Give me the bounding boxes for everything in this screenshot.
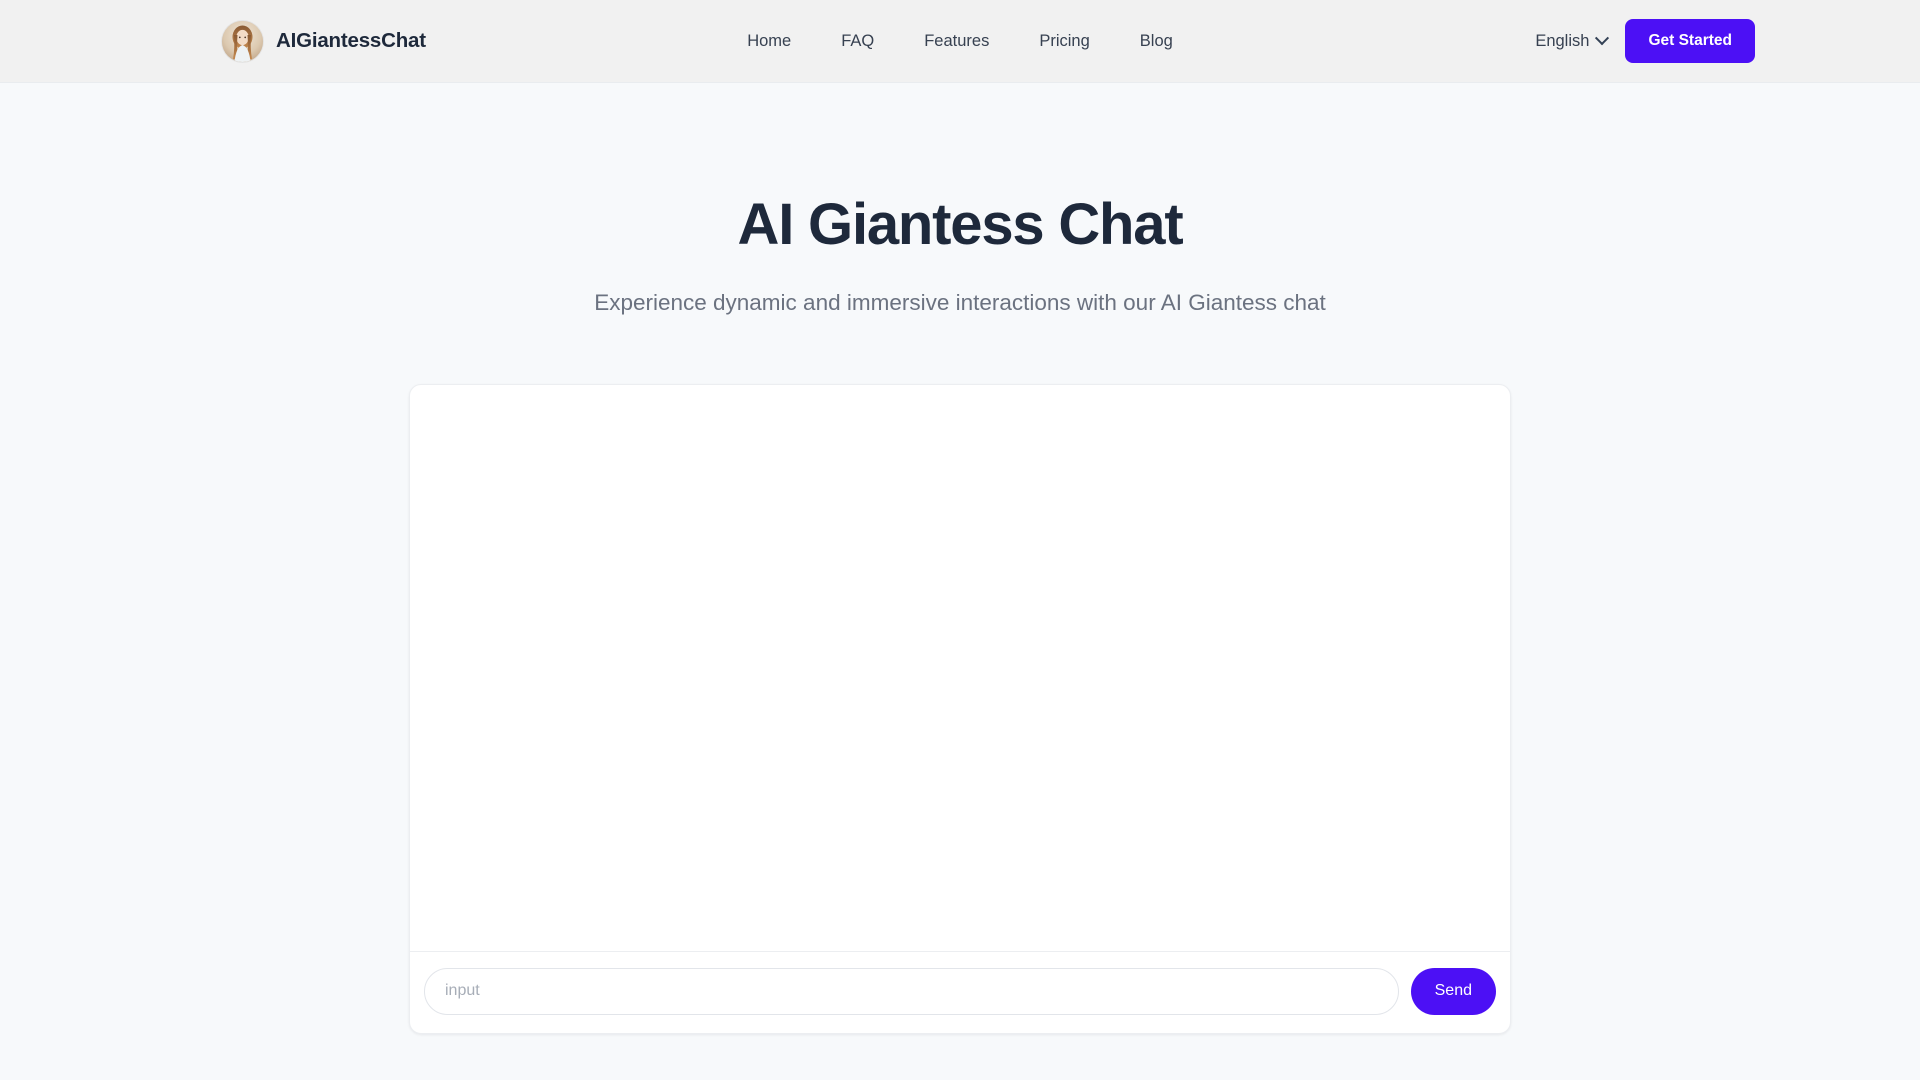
- chevron-down-icon: [1595, 31, 1610, 46]
- chat-card: Send: [409, 383, 1511, 1034]
- brand-logo[interactable]: AIGiantessChat: [222, 20, 426, 62]
- page-body: AI Giantess Chat Experience dynamic and …: [0, 83, 1920, 1080]
- chat-message-list[interactable]: [410, 385, 1510, 951]
- chat-input-row: Send: [410, 950, 1510, 1033]
- header-actions: English Get Started: [1525, 19, 1755, 63]
- nav-link-home[interactable]: Home: [747, 32, 791, 51]
- page-subtitle: Experience dynamic and immersive interac…: [594, 289, 1326, 315]
- site-header: AIGiantessChat Home FAQ Features Pricing…: [0, 0, 1920, 83]
- main-navigation: Home FAQ Features Pricing Blog: [747, 32, 1173, 51]
- nav-link-features[interactable]: Features: [924, 32, 989, 51]
- nav-link-blog[interactable]: Blog: [1140, 32, 1173, 51]
- nav-link-faq[interactable]: FAQ: [841, 32, 874, 51]
- send-button[interactable]: Send: [1410, 967, 1496, 1015]
- nav-link-pricing[interactable]: Pricing: [1039, 32, 1089, 51]
- brand-name: AIGiantessChat: [276, 29, 426, 52]
- chat-input[interactable]: [424, 967, 1399, 1015]
- language-selector-label: English: [1535, 31, 1590, 50]
- page-title: AI Giantess Chat: [737, 192, 1184, 257]
- language-selector[interactable]: English: [1525, 24, 1617, 59]
- get-started-button[interactable]: Get Started: [1625, 19, 1755, 63]
- woman-portrait-avatar-icon: [222, 20, 263, 62]
